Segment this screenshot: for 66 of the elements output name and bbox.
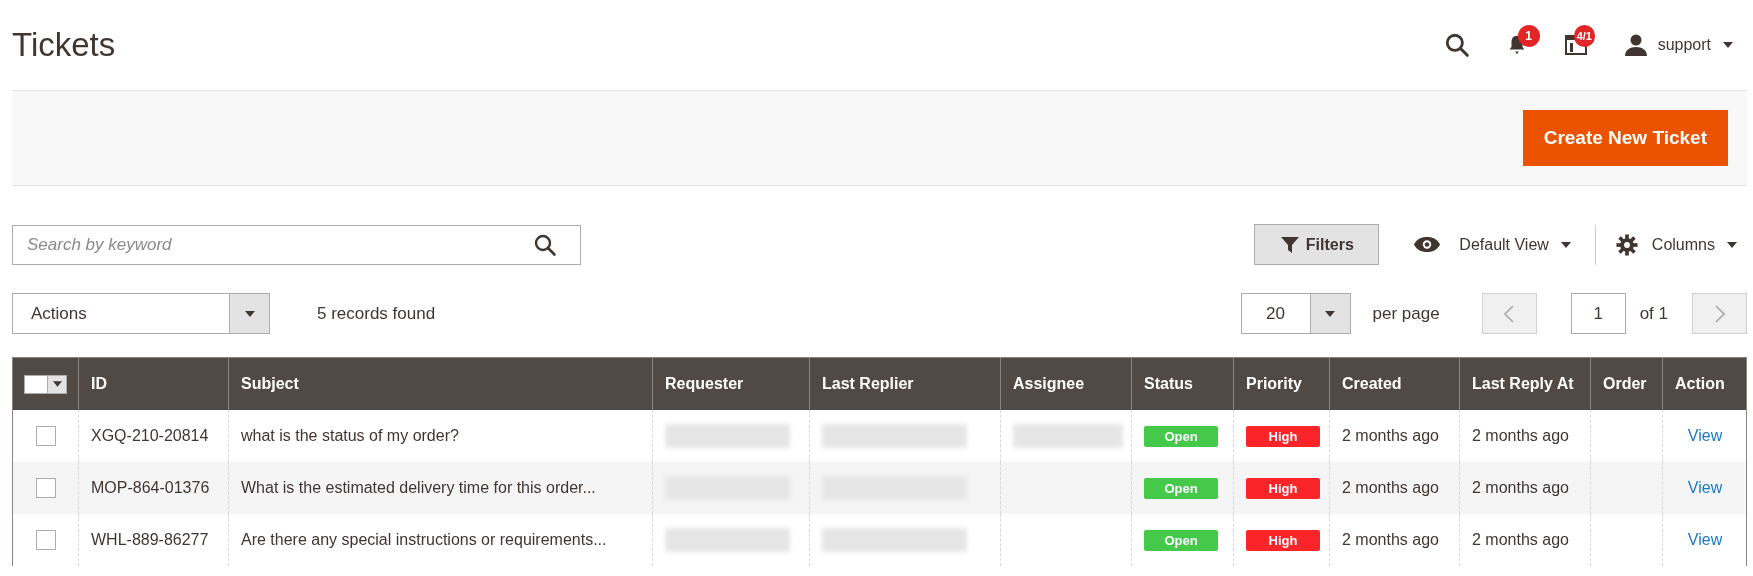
- caret-icon: [1723, 42, 1733, 48]
- actions-dropdown[interactable]: Actions: [12, 293, 270, 334]
- view-link[interactable]: View: [1687, 531, 1723, 549]
- per-page-label: per page: [1372, 303, 1440, 324]
- eye-icon: [1413, 236, 1442, 253]
- caret-icon: [52, 381, 62, 387]
- status-badge: Open: [1144, 529, 1218, 551]
- created-time: 2 months ago: [1342, 479, 1439, 497]
- page-title: Tickets: [12, 26, 116, 64]
- user-menu[interactable]: support: [1657, 36, 1733, 54]
- row-checkbox[interactable]: [35, 478, 56, 498]
- last-reply-time: 2 months ago: [1472, 427, 1569, 445]
- page-number-field[interactable]: 1: [1570, 293, 1626, 334]
- per-page-dropdown[interactable]: 20: [1240, 293, 1351, 334]
- page-total: of 1: [1639, 303, 1668, 324]
- column-header[interactable]: Priority: [1246, 375, 1302, 393]
- column-header[interactable]: Status: [1144, 375, 1193, 393]
- chevron-left-icon: [1504, 304, 1515, 323]
- column-header[interactable]: Requester: [665, 375, 744, 393]
- caret-icon: [244, 310, 255, 317]
- row-checkbox[interactable]: [35, 426, 56, 446]
- select-all-dropdown[interactable]: [24, 374, 67, 394]
- view-menu[interactable]: Default View: [1459, 235, 1571, 254]
- create-ticket-button[interactable]: Create New Ticket: [1522, 110, 1728, 166]
- ticket-subject: What is the estimated delivery time for this order...: [241, 479, 596, 497]
- chevron-right-icon: [1714, 304, 1725, 323]
- ticket-subject: what is the status of my order?: [241, 427, 459, 445]
- column-header[interactable]: Last Reply At: [1472, 375, 1574, 393]
- column-header[interactable]: Subject: [241, 375, 299, 393]
- view-link[interactable]: View: [1687, 479, 1723, 497]
- last-reply-time: 2 months ago: [1472, 531, 1569, 549]
- records-count: 5 records found: [317, 303, 436, 324]
- gear-icon: [1615, 233, 1638, 256]
- tasks-badge: 4/1: [1573, 25, 1595, 47]
- search-field[interactable]: Search by keyword: [12, 224, 581, 265]
- column-header[interactable]: Created: [1342, 375, 1402, 393]
- search-icon[interactable]: [1443, 32, 1470, 58]
- column-header[interactable]: Action: [1675, 375, 1725, 393]
- status-badge: Open: [1144, 477, 1218, 499]
- priority-badge: High: [1246, 477, 1320, 499]
- column-header[interactable]: Assignee: [1013, 375, 1085, 393]
- row-checkbox[interactable]: [35, 530, 56, 550]
- table-row[interactable]: MOP-864-01376 What is the estimated delivery time for this order... Open High 2 months ago 2 months ago View: [13, 462, 1746, 514]
- ticket-id: XGQ-210-20814: [91, 427, 209, 445]
- filter-icon: [1279, 234, 1300, 255]
- created-time: 2 months ago: [1342, 427, 1439, 445]
- notification-badge: 1: [1517, 25, 1540, 47]
- created-time: 2 months ago: [1342, 531, 1439, 549]
- column-header[interactable]: Order: [1603, 375, 1647, 393]
- caret-icon: [1325, 310, 1335, 317]
- search-icon[interactable]: [533, 232, 557, 257]
- columns-menu[interactable]: Columns: [1651, 235, 1737, 254]
- last-reply-time: 2 months ago: [1472, 479, 1569, 497]
- priority-badge: High: [1246, 425, 1320, 447]
- column-header[interactable]: ID: [91, 375, 107, 393]
- ticket-id: WHL-889-86277: [91, 531, 209, 549]
- caret-icon: [1560, 241, 1571, 248]
- ticket-subject: Are there any special instructions or requirements...: [241, 531, 607, 549]
- status-badge: Open: [1144, 425, 1218, 447]
- priority-badge: High: [1246, 529, 1320, 551]
- user-icon: [1623, 33, 1648, 57]
- caret-icon: [1727, 241, 1737, 248]
- filters-button[interactable]: Filters: [1254, 224, 1380, 265]
- view-link[interactable]: View: [1687, 427, 1723, 445]
- column-header[interactable]: Last Replier: [822, 375, 914, 393]
- ticket-id: MOP-864-01376: [91, 479, 210, 497]
